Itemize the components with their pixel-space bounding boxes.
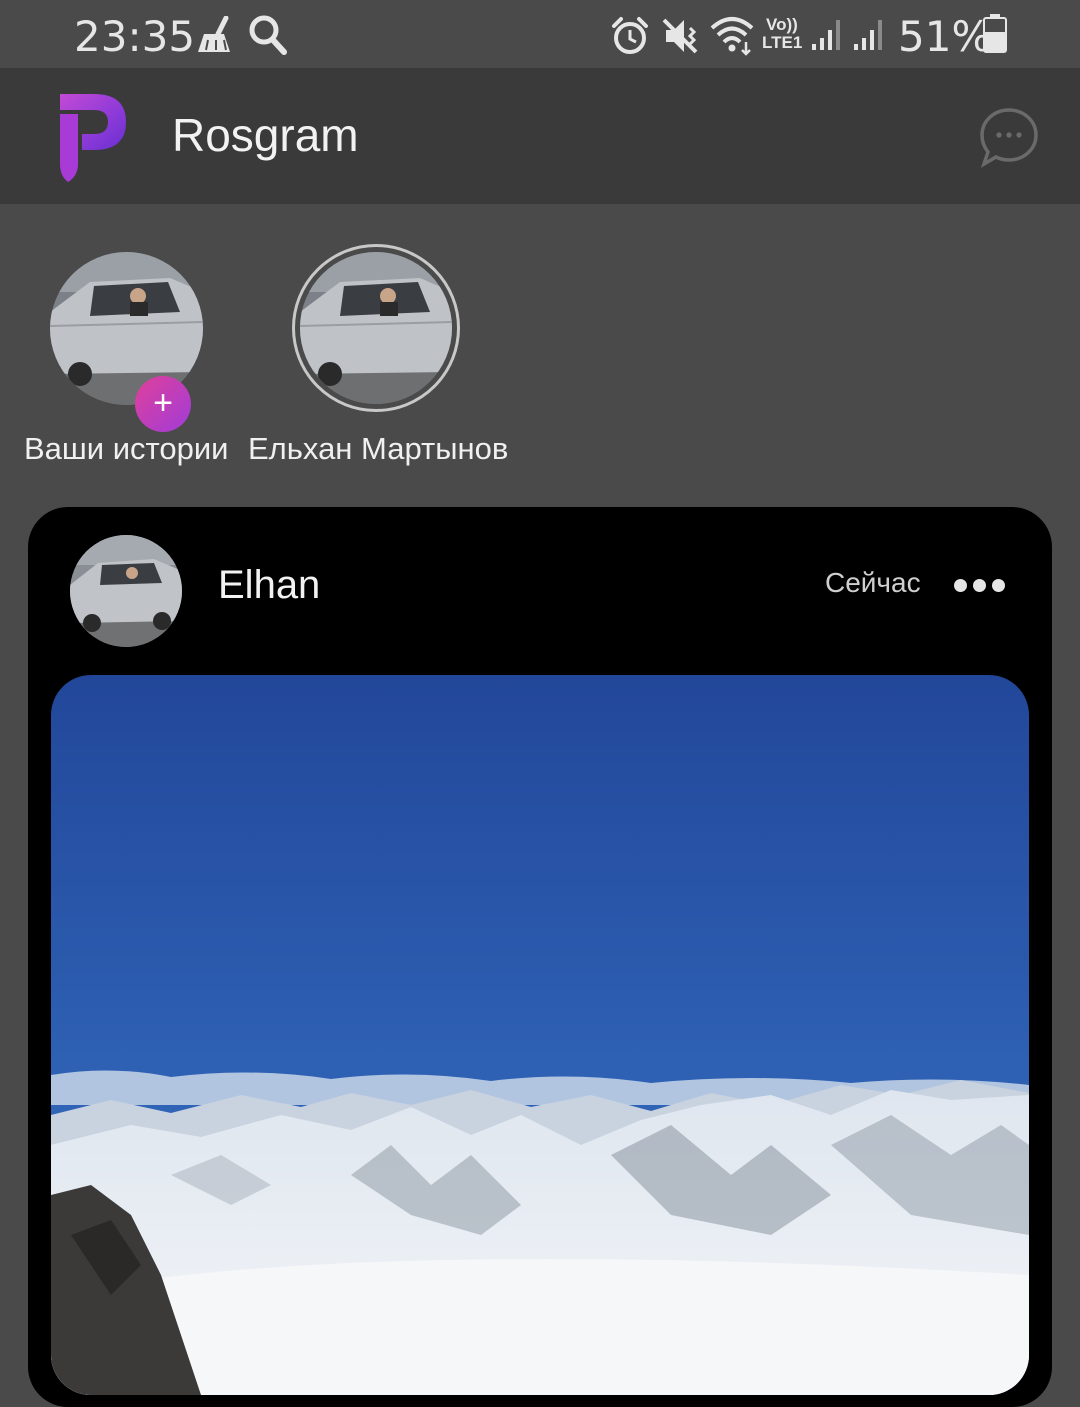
post-timestamp: Сейчас [825, 567, 921, 598]
friend-story-avatar[interactable] [300, 252, 452, 404]
rosgram-logo [60, 94, 126, 182]
cleaner-icon [198, 16, 230, 52]
signal-icon [854, 20, 882, 50]
dot [992, 579, 1005, 592]
battery-icon [983, 14, 1007, 53]
dot [954, 579, 967, 592]
status-bar: 23:35 Vo)) LTE1 51% [0, 0, 1080, 68]
mountain-photo [51, 675, 1029, 1395]
app-title: Rosgram [172, 109, 359, 161]
story-label: Ваши истории [24, 431, 229, 466]
lte-label: LTE1 [762, 33, 803, 52]
post-author-name[interactable]: Elhan [218, 563, 320, 608]
avatar [70, 535, 182, 647]
alarm-icon [612, 17, 648, 54]
search-icon [249, 15, 287, 55]
network-type-label: Vo)) LTE1 [762, 16, 812, 52]
battery-percent: 51% [898, 12, 992, 61]
post-author-avatar[interactable] [70, 535, 182, 647]
mute-icon [662, 18, 698, 54]
more-dots-icon[interactable] [954, 579, 1011, 597]
dot [973, 579, 986, 592]
status-time: 23:35 [74, 12, 196, 61]
volte-label: Vo)) [766, 15, 798, 34]
story-label: Ельхан Мартынов [248, 431, 509, 466]
signal-icon [812, 20, 840, 50]
chat-bubble-icon[interactable] [978, 106, 1040, 168]
avatar [300, 252, 452, 404]
wifi-icon [710, 17, 754, 56]
app-header: Rosgram [0, 68, 1080, 204]
post-card: Elhan Сейчас [28, 507, 1052, 1407]
add-story-button[interactable]: + [135, 376, 191, 432]
post-image[interactable] [51, 675, 1029, 1395]
